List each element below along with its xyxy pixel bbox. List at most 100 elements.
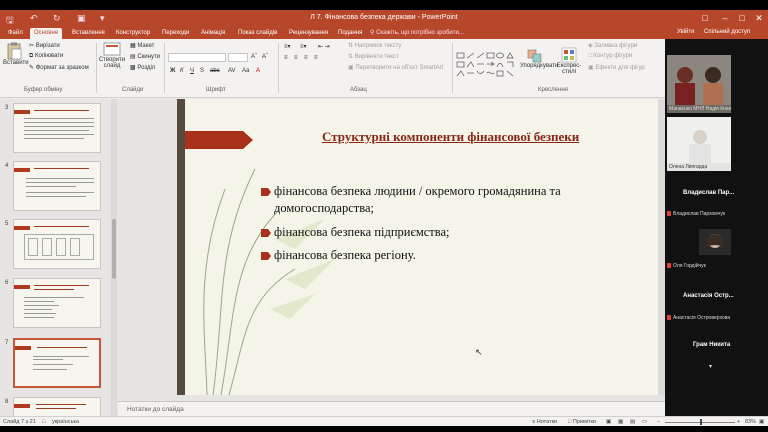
slide-bullet[interactable]: фінансова безпека людини / окремого гром…	[261, 183, 654, 217]
close-button[interactable]: ✕	[752, 12, 766, 24]
font-name-combobox[interactable]	[168, 53, 226, 62]
tab-review[interactable]: Рецензування	[285, 28, 332, 39]
tab-view[interactable]: Подання	[334, 28, 366, 39]
thumbnail-number: 8	[5, 399, 9, 405]
slide-thumbnail[interactable]	[13, 103, 101, 153]
char-spacing-icon[interactable]: AV	[228, 68, 236, 74]
new-slide-button[interactable]: Створити слайд	[98, 42, 126, 69]
scrollbar-thumb[interactable]	[112, 219, 116, 279]
normal-view-icon[interactable]: ▣	[606, 419, 611, 425]
copy-button[interactable]: ⧉ Копіювати	[29, 53, 63, 60]
share-button[interactable]: Спільний доступ	[704, 29, 750, 35]
cut-button[interactable]: ✂ Вирізати	[29, 42, 60, 49]
numbering-icon[interactable]: ≡▾	[300, 43, 307, 50]
grow-font-icon[interactable]: Aˆ	[251, 54, 257, 60]
font-color-icon[interactable]: A	[256, 68, 260, 74]
separator	[164, 43, 165, 93]
strikethrough-icon[interactable]: abc	[210, 68, 220, 74]
italic-icon[interactable]: К	[180, 68, 184, 74]
shadow-icon[interactable]: S	[200, 68, 204, 74]
align-text-button[interactable]: ⇅ Вирівняти текст	[348, 53, 399, 60]
tell-me-search[interactable]: ⚲ Скажіть, що потрібно зробити...	[370, 29, 464, 36]
participant-name-text: Оля Гордійчук	[673, 263, 706, 269]
thumb-line	[37, 347, 87, 348]
tab-slideshow[interactable]: Показ слайдів	[234, 28, 281, 39]
slide-thumbnail[interactable]	[13, 161, 101, 211]
tab-file[interactable]: Файл	[4, 28, 27, 39]
thumb-line	[24, 317, 54, 318]
ribbon-display-icon[interactable]: □	[698, 12, 712, 24]
reading-view-icon[interactable]: ▤	[630, 419, 635, 425]
quick-styles-button[interactable]: Експрес-стилі	[554, 47, 584, 75]
scroll-down-icon[interactable]: ▾	[709, 363, 712, 370]
separator	[278, 43, 279, 93]
notes-toggle[interactable]: ≡ Нотатки	[532, 419, 557, 425]
participant-video-tile[interactable]: Олена Липгарда	[667, 117, 731, 171]
font-size-combobox[interactable]	[228, 53, 248, 62]
layout-button[interactable]: ▦ Макет	[130, 42, 154, 49]
fit-to-window-icon[interactable]: ▣	[759, 419, 764, 425]
signin-link[interactable]: Увійти	[677, 29, 694, 35]
slide-thumbnail[interactable]	[13, 219, 101, 269]
slide-scrollbar[interactable]	[658, 99, 665, 395]
bold-icon[interactable]: Ж	[170, 68, 175, 74]
section-button[interactable]: ▩ Розділ	[130, 64, 155, 71]
underline-icon[interactable]: Ч	[190, 68, 194, 74]
reset-icon: ▤	[130, 54, 136, 60]
align-left-icon[interactable]: ≡	[284, 55, 288, 61]
shape-outline-label: Контур фігури	[593, 53, 633, 59]
thumb-diagram-box	[28, 238, 38, 256]
align-right-icon[interactable]: ≡	[304, 55, 308, 61]
zoom-out-icon[interactable]: –	[657, 419, 660, 425]
shape-outline-button[interactable]: □ Контур фігури	[588, 53, 632, 59]
change-case-icon[interactable]: Aa	[242, 68, 249, 74]
shrink-font-icon[interactable]: Aˇ	[262, 54, 268, 60]
tab-animations[interactable]: Анімація	[197, 28, 229, 39]
slideshow-view-icon[interactable]: ▭	[642, 419, 647, 425]
justify-icon[interactable]: ≡	[314, 55, 318, 61]
shape-effects-button[interactable]: ▣ Ефекти для фігур	[588, 64, 645, 71]
indent-icon[interactable]: ⇤ ⇥	[318, 43, 330, 50]
slide-bullet[interactable]: фінансова безпека підприємства;	[261, 224, 654, 241]
participant-video-tile[interactable]: Манаєнко МНЛ Надія Кнап	[667, 55, 731, 113]
smartart-button[interactable]: ▣ Перетворити на об'єкт SmartArt	[348, 64, 443, 71]
thumbnail-number: 4	[5, 163, 9, 169]
bullets-icon[interactable]: ≡▾	[284, 43, 291, 50]
maximize-button[interactable]: □	[735, 12, 749, 24]
tab-transitions[interactable]: Переходи	[158, 28, 193, 39]
zoom-slider-thumb[interactable]	[700, 419, 702, 425]
format-painter-button[interactable]: ✎ Формат за зразком	[29, 64, 89, 71]
reset-button[interactable]: ▤ Скинути	[130, 53, 160, 60]
shape-fill-button[interactable]: ◈ Заливка фігури	[588, 42, 637, 49]
slide-sorter-icon[interactable]: ▦	[618, 419, 623, 425]
tab-home[interactable]: Основне	[30, 28, 63, 39]
thumb-line	[34, 226, 89, 227]
shape-fill-label: Заливка фігури	[594, 43, 638, 49]
notes-toggle-label: Нотатки	[536, 419, 558, 425]
slide-canvas[interactable]: Структурні компоненти фінансової безпеки…	[177, 99, 664, 395]
tab-insert[interactable]: Вставлення	[68, 28, 109, 39]
text-direction-button[interactable]: ⇅ Напрямок тексту	[348, 42, 401, 49]
slide-thumbnail-selected[interactable]	[13, 338, 101, 388]
minimize-button[interactable]: –	[718, 12, 732, 24]
participant-photo[interactable]	[699, 229, 731, 255]
spellcheck-icon[interactable]: □	[42, 419, 45, 425]
paste-button[interactable]: Вставити	[3, 42, 29, 66]
slide-bullet[interactable]: фінансова безпека регіону.	[261, 247, 654, 264]
shapes-gallery[interactable]	[455, 51, 517, 81]
tab-design[interactable]: Конструктор	[112, 28, 154, 39]
notes-pane[interactable]: Нотатки до слайда	[118, 401, 665, 416]
language-label[interactable]: українська	[52, 419, 79, 425]
arrange-button[interactable]: Упорядкувати	[520, 49, 558, 69]
align-center-icon[interactable]: ≡	[294, 55, 298, 61]
slide-thumbnail[interactable]	[13, 278, 101, 328]
arrange-icon	[527, 49, 542, 63]
zoom-level[interactable]: 83%	[745, 419, 756, 425]
copy-icon: ⧉	[29, 53, 34, 59]
slide-thumbnail[interactable]	[13, 397, 101, 416]
scissors-icon: ✂	[29, 43, 35, 49]
slide-title[interactable]: Структурні компоненти фінансової безпеки	[322, 129, 579, 145]
zoom-in-icon[interactable]: +	[737, 419, 740, 425]
thumbnail-scrollbar[interactable]	[111, 99, 117, 416]
comments-toggle[interactable]: □ Примітки	[568, 419, 596, 425]
